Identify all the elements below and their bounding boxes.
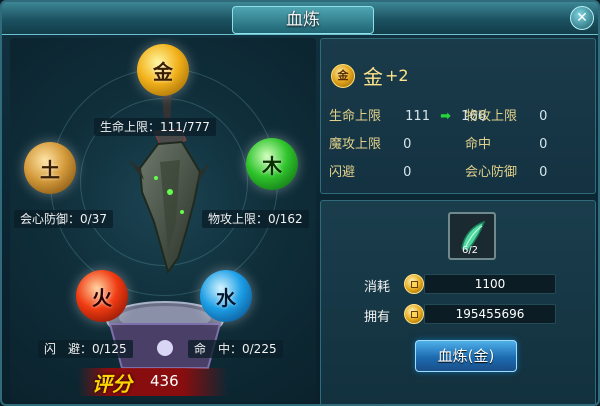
attr-hp-max: 生命上限 111 ➡ 166 (329, 105, 486, 124)
attr-phys-attack: 物攻上限 0 (465, 105, 547, 124)
consume-label: 消耗 (364, 280, 391, 295)
attr-value: 0 (539, 137, 548, 152)
element-orb-wood[interactable]: 木 (246, 138, 298, 190)
attr-value: 0 (539, 165, 548, 180)
blood-refine-window: 血炼 ✕ 金 土 木 火 水 生命上限：111/777 会心防御：0/37 物攻… (0, 0, 600, 406)
material-count: 6/2 (461, 245, 479, 256)
element-header: 金 金 +2 (331, 61, 409, 90)
attr-dodge: 闪避 0 (329, 161, 411, 180)
stat-phys-attack: 物攻上限：0/162 (202, 210, 309, 228)
attr-value: 0 (539, 109, 548, 124)
attr-name: 命中 (465, 137, 492, 152)
consume-value: 1100 (424, 274, 556, 294)
attr-value: 0 (403, 165, 412, 180)
gold-coin-icon (404, 274, 424, 294)
close-button[interactable]: ✕ (570, 6, 594, 30)
element-level: +2 (385, 66, 409, 85)
window-title: 血炼 (232, 6, 374, 34)
own-value: 195455696 (424, 304, 556, 324)
attribute-panel: 金 金 +2 生命上限 111 ➡ 166 物攻上限 0 魔攻上限 0 命中 0 (320, 38, 596, 194)
attr-magic-attack: 魔攻上限 0 (329, 133, 411, 152)
attr-crit-defense: 会心防御 0 (465, 161, 547, 180)
stat-crit-defense: 会心防御：0/37 (14, 210, 113, 228)
element-orb-gold[interactable]: 金 (137, 44, 189, 96)
sword-icon (128, 84, 210, 275)
weapon-panel: 金 土 木 火 水 生命上限：111/777 会心防御：0/37 物攻上限：0/… (10, 38, 316, 402)
stat-hp-max: 生命上限：111/777 (94, 118, 216, 136)
element-orb-water[interactable]: 水 (200, 270, 252, 322)
stat-dodge: 闪 避：0/125 (38, 340, 133, 358)
element-orb-fire[interactable]: 火 (76, 270, 128, 322)
score-label: 评分 (92, 372, 132, 396)
attr-name: 魔攻上限 (329, 137, 382, 152)
gold-coin-icon (404, 304, 424, 324)
blood-refine-button[interactable]: 血炼(金) (415, 340, 517, 372)
refine-info: 金 金 +2 生命上限 111 ➡ 166 物攻上限 0 魔攻上限 0 命中 0 (320, 38, 596, 404)
attr-hit: 命中 0 (465, 133, 547, 152)
score-value: 436 (150, 372, 179, 390)
own-label: 拥有 (364, 310, 391, 325)
title-bar: 血炼 ✕ (2, 2, 598, 35)
stat-hit: 命 中：0/225 (188, 340, 283, 358)
attr-value: 111 (405, 109, 430, 124)
attr-value: 0 (403, 137, 412, 152)
attr-name: 生命上限 (329, 109, 382, 124)
increase-arrow-icon: ➡ (440, 109, 452, 124)
element-orb-earth[interactable]: 土 (24, 142, 76, 194)
gold-element-icon: 金 (331, 63, 355, 88)
attr-name: 会心防御 (465, 165, 518, 180)
element-name: 金 (363, 65, 383, 89)
attr-name: 闪避 (329, 165, 356, 180)
attr-name: 物攻上限 (465, 109, 518, 124)
